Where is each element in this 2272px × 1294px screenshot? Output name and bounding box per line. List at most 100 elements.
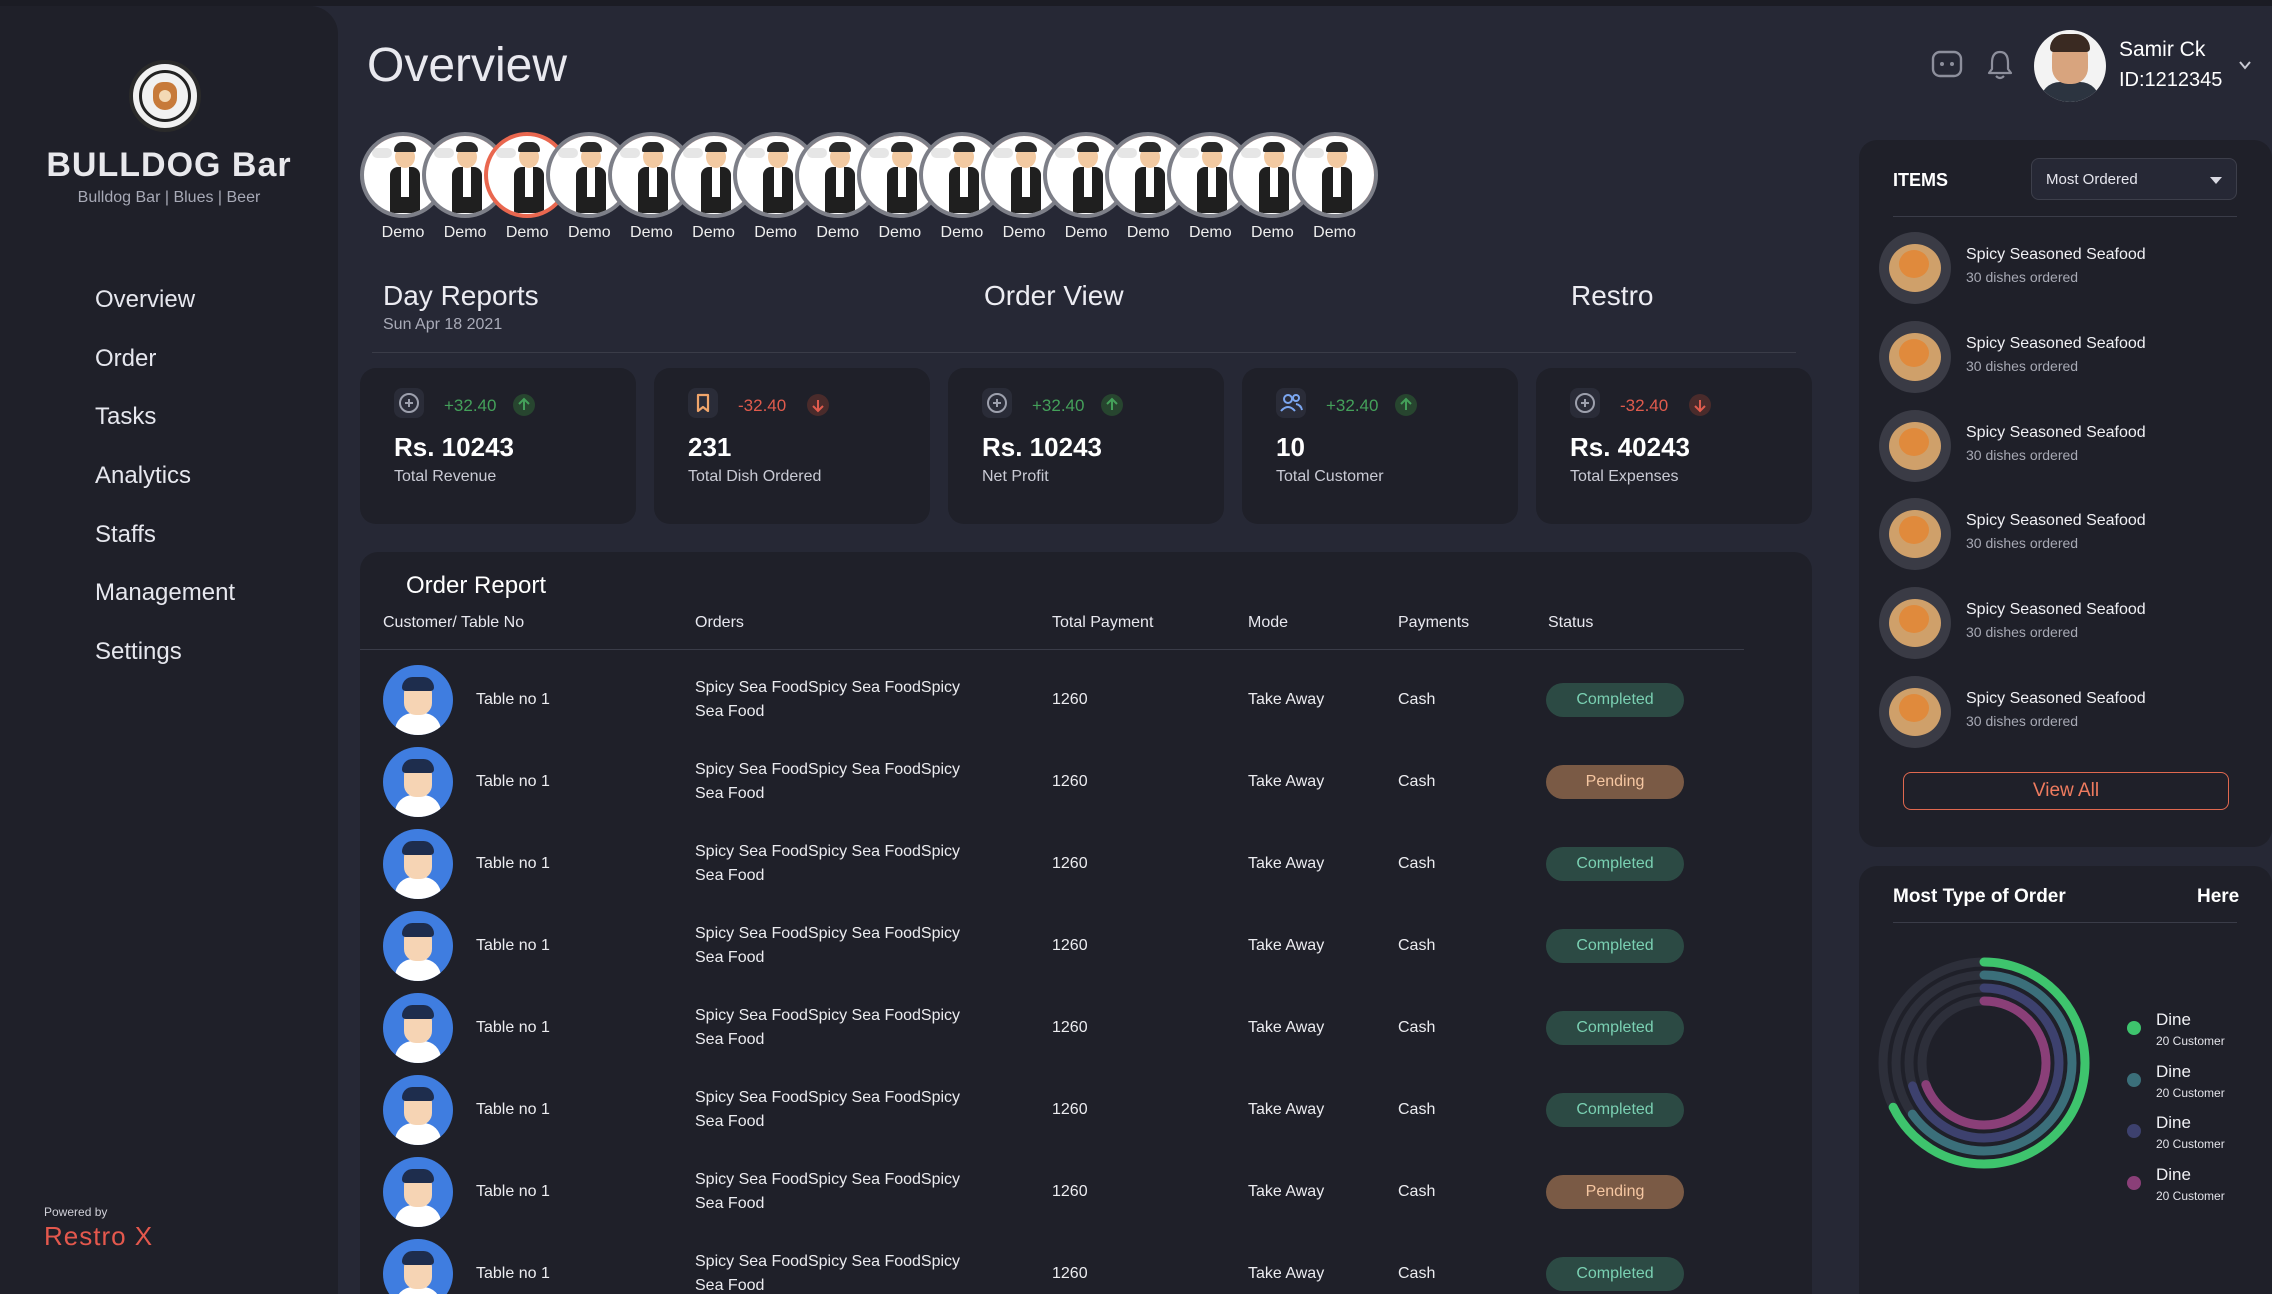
sidebar-item-tasks[interactable]: Tasks	[95, 401, 235, 460]
sidebar: BULLDOG Bar Bulldog Bar | Blues | Beer O…	[0, 6, 338, 1294]
order-type-donut-chart	[1878, 957, 2090, 1169]
status-badge[interactable]: Completed	[1546, 683, 1684, 717]
arrow-up-icon	[512, 394, 535, 416]
story-figure-shirt	[1332, 167, 1341, 197]
story-figure-shirt	[1022, 167, 1030, 197]
story-figure-hair	[580, 142, 603, 152]
user-avatar[interactable]	[2034, 30, 2106, 102]
sidebar-item-analytics[interactable]: Analytics	[95, 460, 235, 519]
order-type-link[interactable]: Here	[2197, 886, 2239, 908]
bell-icon[interactable]	[1983, 48, 2017, 82]
customer-avatar	[383, 1157, 453, 1227]
column-header-orders: Orders	[695, 614, 744, 631]
legend-dot	[2127, 1176, 2141, 1191]
restro-heading[interactable]: Restro	[1571, 280, 1653, 312]
payment-method: Cash	[1398, 1265, 1436, 1282]
story-figure-hair	[1201, 142, 1224, 152]
status-badge[interactable]: Completed	[1546, 1011, 1684, 1045]
table-row[interactable]: Table no 1 Spicy Sea FoodSpicy Sea FoodSp…	[360, 988, 1744, 1070]
avatar-shirt	[395, 1205, 441, 1227]
story-figure-shirt	[463, 167, 472, 197]
table-row[interactable]: Table no 1 Spicy Sea FoodSpicy Sea FoodSp…	[360, 660, 1744, 742]
table-row[interactable]: Table no 1 Spicy Sea FoodSpicy Sea FoodSp…	[360, 742, 1744, 824]
legend-dot	[2127, 1021, 2141, 1035]
order-items: Spicy Sea FoodSpicy Sea FoodSpicy Sea Foo…	[695, 922, 960, 970]
page-title: Overview	[367, 39, 568, 92]
arrow-up-icon	[1100, 394, 1123, 416]
story-figure-hair	[1325, 142, 1348, 152]
items-filter-select[interactable]: Most Ordered	[2031, 158, 2237, 200]
total-payment: 1260	[1052, 1019, 1088, 1036]
legend-dot	[2127, 1124, 2141, 1139]
list-item[interactable]: Spicy Seasoned Seafood 30 dishes ordered	[1879, 587, 2259, 660]
status-badge[interactable]: Completed	[1546, 1093, 1684, 1127]
list-item[interactable]: Spicy Seasoned Seafood 30 dishes ordered	[1879, 676, 2259, 748]
dish-food	[1899, 605, 1929, 634]
total-payment: 1260	[1052, 937, 1088, 954]
list-item[interactable]: Spicy Seasoned Seafood 30 dishes ordered	[1879, 409, 2259, 482]
items-divider	[1893, 216, 2237, 217]
order-mode: Take Away	[1248, 1183, 1325, 1200]
coin-icon	[394, 388, 424, 418]
table-row[interactable]: Table no 1 Spicy Sea FoodSpicy Sea FoodSp…	[360, 906, 1744, 988]
status-badge[interactable]: Pending	[1546, 1175, 1684, 1209]
order-view-heading[interactable]: Order View	[984, 280, 1124, 312]
list-item[interactable]: Spicy Seasoned Seafood 30 dishes ordered	[1879, 320, 2259, 393]
dish-food	[1899, 694, 1929, 722]
window-top-strip	[0, 0, 2272, 6]
order-items-line-1: Spicy Sea FoodSpicy Sea FoodSpicy	[695, 843, 961, 860]
dish-image	[1879, 498, 1951, 571]
table-row[interactable]: Table no 1 Spicy Sea FoodSpicy Sea FoodSp…	[360, 1070, 1744, 1152]
story-cloud-shape	[1055, 148, 1076, 158]
list-item[interactable]: Spicy Seasoned Seafood 30 dishes ordered	[1879, 498, 2259, 571]
total-payment: 1260	[1052, 773, 1088, 790]
story-avatar	[1291, 132, 1378, 218]
stat-delta: -32.40	[1620, 396, 1669, 415]
story-cloud-shape	[744, 148, 765, 158]
story-figure-shirt	[711, 167, 720, 197]
story-item[interactable]: Demo	[1291, 132, 1378, 242]
table-row[interactable]: Table no 1 Spicy Sea FoodSpicy Sea FoodSp…	[360, 1234, 1744, 1294]
sidebar-item-settings[interactable]: Settings	[95, 636, 235, 695]
order-items-line-1: Spicy Sea FoodSpicy Sea FoodSpicy	[695, 1171, 961, 1188]
table-row[interactable]: Table no 1 Spicy Sea FoodSpicy Sea FoodSp…	[360, 824, 1744, 906]
story-figure-shirt	[835, 167, 844, 197]
item-name: Spicy Seasoned Seafood	[1966, 423, 2146, 441]
customer-table-no: Table no 1	[476, 773, 550, 790]
story-cloud-shape	[558, 148, 579, 158]
status-badge[interactable]: Completed	[1546, 847, 1684, 881]
status-badge[interactable]: Pending	[1546, 765, 1684, 799]
stat-label: Total Dish Ordered	[688, 468, 822, 485]
list-item[interactable]: Spicy Seasoned Seafood 30 dishes ordered	[1879, 232, 2259, 304]
total-payment: 1260	[1052, 1265, 1088, 1282]
item-name: Spicy Seasoned Seafood	[1966, 601, 2146, 619]
story-figure-hair	[766, 142, 789, 152]
order-mode: Take Away	[1248, 937, 1325, 954]
story-cloud-shape	[1303, 148, 1324, 158]
avatar-shirt	[395, 959, 441, 981]
avatar-hair	[402, 677, 434, 691]
sidebar-item-staffs[interactable]: Staffs	[95, 519, 235, 578]
view-all-button[interactable]: View All	[1903, 772, 2229, 810]
avatar-hair	[402, 1169, 434, 1183]
table-row[interactable]: Table no 1 Spicy Sea FoodSpicy Sea FoodSp…	[360, 1152, 1744, 1234]
status-badge[interactable]: Completed	[1546, 929, 1684, 963]
order-items-line-1: Spicy Sea FoodSpicy Sea FoodSpicy	[695, 1007, 961, 1024]
chevron-down-icon[interactable]	[2238, 58, 2252, 72]
status-badge[interactable]: Completed	[1546, 1257, 1684, 1291]
story-figure-shirt	[587, 167, 596, 197]
chat-icon[interactable]	[1930, 48, 1964, 82]
story-figure-hair	[952, 142, 975, 152]
customer-avatar	[383, 1239, 453, 1294]
item-name: Spicy Seasoned Seafood	[1966, 690, 2146, 707]
sidebar-item-management[interactable]: Management	[95, 577, 235, 636]
brand-logo	[129, 60, 201, 132]
order-type-title: Most Type of Order	[1893, 886, 2066, 907]
avatar-shirt	[395, 877, 441, 899]
sidebar-item-overview[interactable]: Overview	[95, 284, 235, 343]
stat-label: Total Revenue	[394, 468, 497, 485]
stat-delta: +32.40	[1326, 396, 1379, 415]
stat-card: +32.40 10 Total Customer	[1242, 368, 1518, 524]
sidebar-item-order[interactable]: Order	[95, 343, 235, 402]
order-mode: Take Away	[1248, 1265, 1325, 1282]
